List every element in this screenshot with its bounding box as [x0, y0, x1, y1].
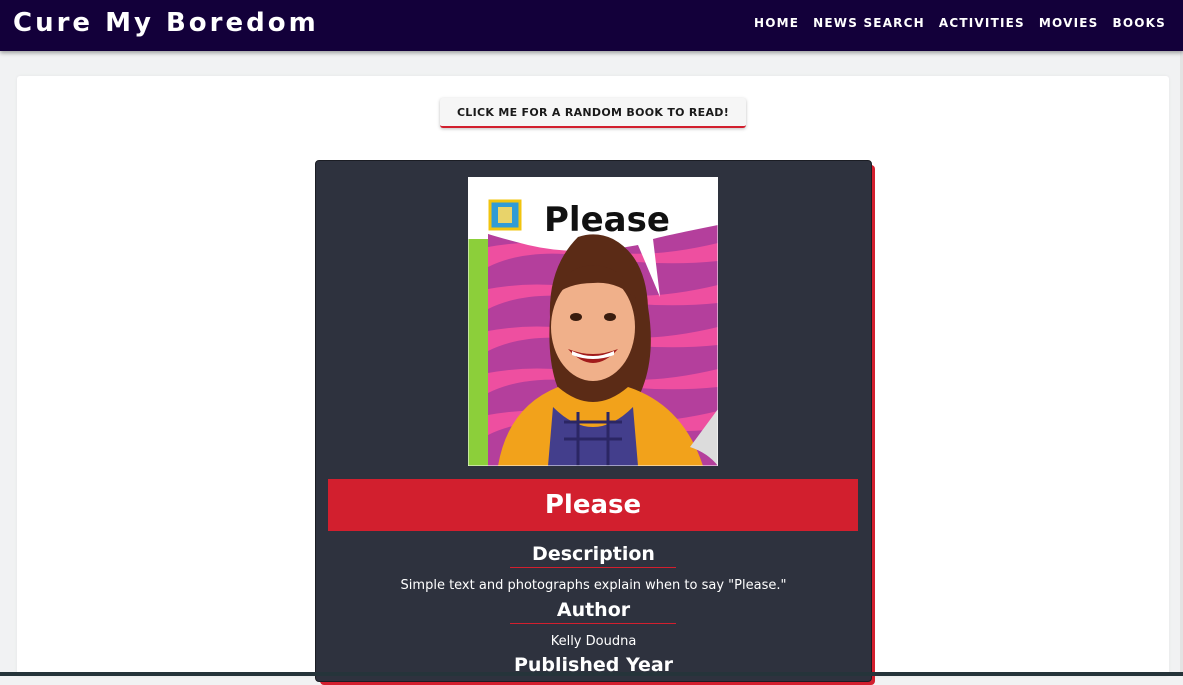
nav-movies[interactable]: MOVIES	[1039, 15, 1099, 31]
book-card: Please Please Description Simple text an…	[315, 160, 872, 682]
author-divider	[510, 623, 676, 624]
nav-home[interactable]: HOME	[754, 15, 799, 31]
random-book-button[interactable]: CLICK ME FOR A RANDOM BOOK TO READ!	[440, 98, 746, 128]
author-text: Kelly Doudna	[550, 634, 637, 649]
nav-books[interactable]: BOOKS	[1113, 15, 1167, 31]
nav-news-search[interactable]: NEWS SEARCH	[813, 15, 925, 31]
book-cover-illustration: Please	[468, 177, 718, 466]
cover-title: Please	[544, 200, 670, 240]
book-title: Please	[544, 490, 642, 520]
book-title-bar: Please	[328, 479, 858, 531]
description-heading: Description	[532, 543, 655, 565]
description-divider	[510, 567, 676, 568]
author-heading: Author	[556, 599, 631, 621]
site-brand[interactable]: Cure My Boredom	[13, 6, 319, 40]
main-nav: HOME NEWS SEARCH ACTIVITIES MOVIES BOOKS	[754, 15, 1166, 31]
top-navbar: Cure My Boredom HOME NEWS SEARCH ACTIVIT…	[0, 0, 1183, 51]
book-cover-image: Please	[468, 177, 718, 466]
description-text: Simple text and photographs explain when…	[400, 578, 787, 593]
nav-activities[interactable]: ACTIVITIES	[939, 15, 1025, 31]
bottom-bar	[0, 672, 1183, 676]
